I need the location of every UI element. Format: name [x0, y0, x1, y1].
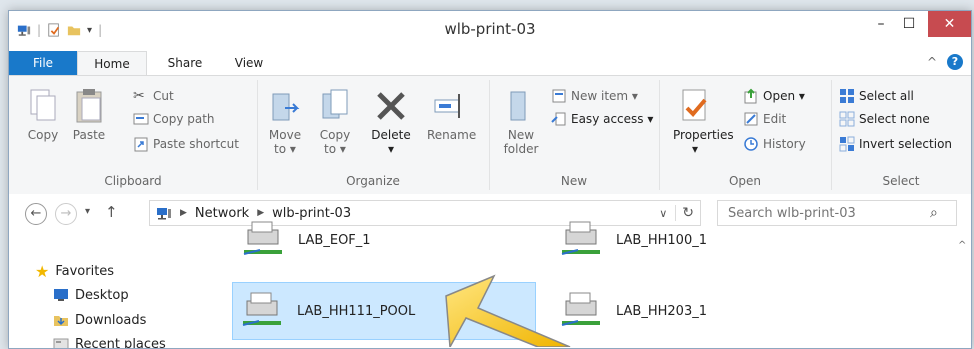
easy-access-icon — [551, 112, 566, 126]
list-item[interactable]: LAB_HH100_1 — [552, 220, 852, 260]
select-all-button[interactable]: Select all — [839, 88, 914, 104]
paste-shortcut-button[interactable]: Paste shortcut — [133, 136, 239, 152]
window-title: wlb-print-03 — [444, 20, 536, 38]
breadcrumb-separator-icon: ▶ — [180, 208, 187, 218]
address-dropdown-icon[interactable]: ∨ — [659, 207, 667, 220]
breadcrumb-network[interactable]: Network — [195, 206, 249, 221]
nav-favorites[interactable]: ★ Favorites — [35, 262, 114, 281]
scissors-icon: ✂ — [133, 88, 145, 104]
properties-button[interactable]: Properties ▾ — [673, 88, 734, 156]
copy-button[interactable]: Copy — [21, 88, 65, 142]
navigation-pane: ★ Favorites Desktop Downloads Recent pla… — [9, 234, 212, 348]
explorer-window: | ▾ | wlb-print-03 – ☐ ✕ File Home Share… — [8, 10, 972, 349]
network-printer-icon — [561, 292, 600, 326]
tab-home[interactable]: Home — [77, 51, 147, 76]
easy-access-button[interactable]: Easy access ▾ — [551, 111, 653, 127]
list-item-selected[interactable]: LAB_HH111_POOL — [232, 282, 536, 340]
network-printer-icon — [243, 221, 282, 255]
open-group-label: Open — [728, 174, 762, 188]
organize-group-label: Organize — [346, 174, 400, 188]
new-folder-button[interactable]: New folder — [499, 88, 543, 156]
recent-locations-icon[interactable]: ▾ — [85, 206, 90, 217]
new-item-icon — [552, 89, 566, 103]
breadcrumb-separator-icon: ▶ — [257, 208, 265, 218]
star-icon: ★ — [35, 262, 50, 281]
paste-button[interactable]: Paste — [67, 88, 111, 142]
clipboard-group-label: Clipboard — [104, 174, 162, 188]
paste-icon — [76, 89, 102, 123]
open-icon — [744, 88, 757, 104]
select-all-icon — [840, 89, 854, 103]
nav-recent-places[interactable]: Recent places — [53, 336, 166, 348]
refresh-icon[interactable]: ↻ — [675, 205, 700, 221]
nav-desktop[interactable]: Desktop — [53, 287, 129, 303]
new-group: New folder New item ▾ Easy access ▾ New — [489, 80, 660, 190]
list-item[interactable]: LAB_HH203_1 — [552, 282, 852, 340]
tab-view[interactable]: View — [225, 51, 273, 75]
paste-shortcut-icon — [134, 137, 148, 152]
back-button[interactable]: ← — [25, 203, 47, 225]
invert-selection-button[interactable]: Invert selection — [839, 136, 952, 152]
edit-button[interactable]: Edit — [743, 111, 786, 127]
scroll-up-icon[interactable]: ^ — [958, 240, 966, 251]
new-item-button[interactable]: New item ▾ — [551, 88, 638, 104]
clipboard-group: Copy Paste ✂ Cut Copy path Paste shortcu… — [9, 80, 258, 190]
rename-button[interactable]: Rename — [427, 88, 476, 142]
downloads-icon — [54, 316, 68, 326]
history-icon — [744, 137, 758, 151]
close-button[interactable]: ✕ — [928, 11, 971, 37]
rename-icon — [434, 94, 460, 118]
ribbon: Copy Paste ✂ Cut Copy path Paste shortcu… — [9, 75, 971, 195]
organize-group: Move to ▾ Copy to ▾ Delete ▾ Rename Orga… — [257, 80, 490, 190]
desktop-icon — [54, 289, 68, 301]
nav-downloads[interactable]: Downloads — [53, 312, 146, 328]
file-list: LAB_EOF_1 LAB_HH100_1 LAB_HH111_POOL LAB… — [212, 221, 954, 348]
history-button[interactable]: History — [743, 136, 806, 152]
delete-icon — [377, 92, 405, 120]
search-icon[interactable]: ⌕ — [930, 205, 938, 221]
maximize-button[interactable]: ☐ — [895, 11, 923, 37]
title-bar: | ▾ | wlb-print-03 – ☐ ✕ — [9, 11, 971, 51]
properties-icon — [682, 89, 707, 121]
forward-button[interactable]: → — [55, 203, 77, 225]
new-group-label: New — [560, 174, 588, 188]
invert-selection-icon — [839, 136, 855, 152]
select-none-icon — [839, 111, 855, 127]
open-button[interactable]: Open ▾ — [743, 88, 805, 104]
list-item[interactable]: LAB_EOF_1 — [234, 220, 534, 260]
ribbon-tabs: File Home Share View ^ ? — [9, 51, 971, 76]
up-icon[interactable]: ↑ — [105, 203, 118, 221]
breadcrumb-wlb-print-03[interactable]: wlb-print-03 — [272, 206, 351, 221]
move-to-icon — [272, 93, 300, 121]
tab-share[interactable]: Share — [159, 51, 211, 75]
cut-button[interactable]: ✂ Cut — [133, 88, 174, 104]
tab-file[interactable]: File — [9, 51, 77, 75]
select-none-button[interactable]: Select none — [839, 111, 930, 127]
copy-icon — [30, 89, 56, 121]
paste-label: Paste — [72, 128, 106, 142]
select-group: Select all Select none Invert selection … — [831, 80, 971, 190]
network-printer-icon — [561, 221, 600, 255]
new-folder-icon — [510, 91, 526, 121]
vertical-scrollbar[interactable]: ^ — [954, 234, 971, 348]
collapse-ribbon-icon[interactable]: ^ — [927, 55, 937, 69]
copy-path-button[interactable]: Copy path — [133, 111, 215, 127]
network-printer-icon — [242, 292, 281, 326]
copy-to-button[interactable]: Copy to ▾ — [313, 88, 357, 156]
edit-icon — [744, 112, 758, 126]
move-to-button[interactable]: Move to ▾ — [263, 88, 307, 156]
copy-to-icon — [322, 89, 348, 119]
open-group: Properties ▾ Open ▾ Edit History Open — [659, 80, 832, 190]
copy-path-icon — [133, 113, 149, 125]
delete-button[interactable]: Delete ▾ — [369, 88, 413, 156]
help-icon[interactable]: ? — [947, 54, 963, 70]
select-group-label: Select — [882, 174, 920, 188]
minimize-button[interactable]: – — [867, 11, 895, 37]
search-input[interactable] — [726, 204, 930, 222]
network-icon — [157, 208, 171, 220]
copy-label: Copy — [27, 128, 59, 142]
recent-places-icon — [53, 338, 69, 348]
